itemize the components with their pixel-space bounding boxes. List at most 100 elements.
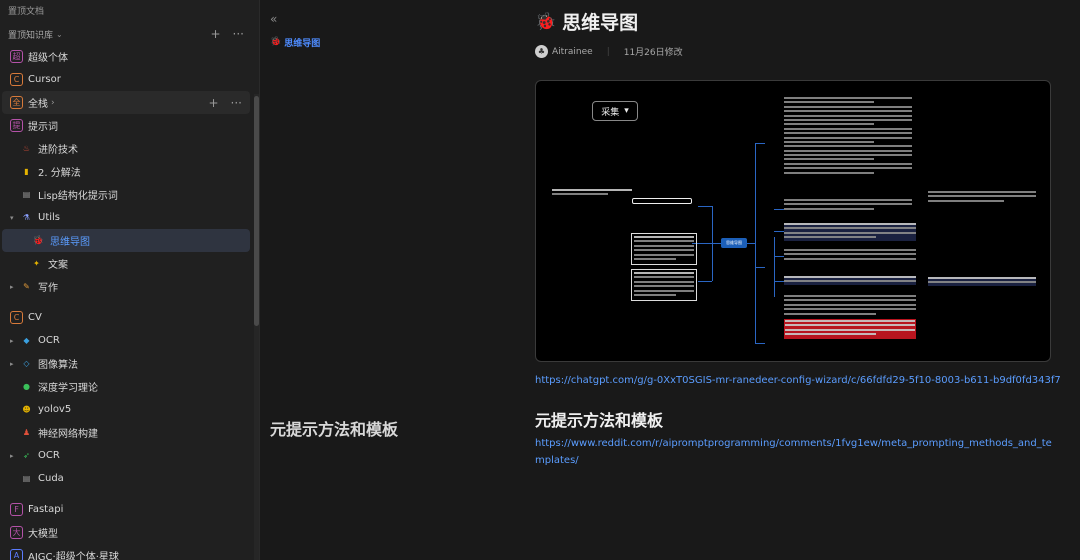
more-icon[interactable]: ··· (233, 27, 244, 41)
sidebar-item-cursor[interactable]: C Cursor (0, 68, 252, 91)
collapse-outline-icon[interactable]: « (270, 12, 470, 26)
mindmap-right-block-2 (784, 199, 912, 212)
sidebar-item-jinjie[interactable]: ♨ 进阶技术 (0, 137, 252, 160)
sidebar-item-damoxing[interactable]: 大 大模型 (0, 521, 252, 544)
caret-right-icon[interactable]: ▸ (10, 283, 14, 291)
chatgpt-link[interactable]: https://chatgpt.com/g/g-0XxT0SGIS-mr-ran… (535, 375, 1061, 386)
outline-panel: « 🐞 思维导图 元提示方法和模板 (270, 12, 470, 439)
mindmap-connector (774, 256, 784, 257)
collect-dropdown-button[interactable]: 采集 ▾ (592, 101, 638, 121)
outline-item-label: 思维导图 (284, 38, 321, 49)
mindmap-connector (747, 243, 755, 244)
mindmap-left-block-1 (631, 233, 697, 266)
sidebar-item-ocr-2[interactable]: ▸ ➶ OCR (0, 444, 252, 467)
sidebar-item-ocr[interactable]: ▸ ◆ OCR (0, 329, 252, 352)
sidebar-item-wenan[interactable]: ✦ 文案 (0, 252, 252, 275)
outline-item-label: 元提示方法和模板 (270, 420, 399, 439)
mindmap-right-block-4 (784, 249, 916, 262)
avatar[interactable]: ♣ (535, 45, 548, 58)
add-icon[interactable]: + (210, 27, 220, 41)
aigc-kb-icon: A (10, 549, 23, 560)
sidebar-item-lisp[interactable]: ▤ Lisp结构化提示词 (0, 183, 252, 206)
divider: | (606, 46, 610, 57)
sidebar-item-label: 神经网络构建 (38, 429, 98, 440)
modified-date: 11月26日修改 (623, 48, 683, 58)
sidebar-item-label: Cursor (28, 74, 61, 85)
mindmap-right-block-5 (784, 276, 916, 285)
sidebar-item-shenjing[interactable]: ♟ 神经网络构建 (0, 421, 252, 444)
sidebar-item-quanzhan[interactable]: 全 全栈 › + ··· (2, 91, 250, 114)
sidebar-item-label: 大模型 (28, 529, 58, 540)
sidebar-item-shendu[interactable]: ● 深度学习理论 (0, 375, 252, 398)
sidebar-item-label: 进阶技术 (38, 145, 78, 156)
sidebar-item-label: 全栈 (28, 99, 48, 110)
reddit-link[interactable]: https://www.reddit.com/r/aipromptprogram… (535, 435, 1060, 469)
sidebar-item-label: Fastapi (28, 504, 64, 515)
mindmap-connector (712, 206, 713, 281)
face-icon: ☻ (22, 405, 31, 414)
caret-down-icon[interactable]: ▾ (10, 214, 14, 222)
pinned-kb-header[interactable]: 置顶知识库 ⌄ + ··· (0, 24, 252, 44)
mindmap-right-block-1 (784, 97, 912, 176)
sidebar-item-utils[interactable]: ▾ ⚗ Utils (0, 206, 252, 229)
sidebar-item-fastapi[interactable]: F Fastapi (0, 498, 252, 521)
caret-right-icon[interactable]: ▸ (10, 360, 14, 368)
mindmap-left-block-2 (631, 269, 697, 302)
sidebar-item-label: OCR (38, 335, 60, 346)
sidebar-item-siweidaotu[interactable]: 🐞 思维导图 (2, 229, 250, 252)
sidebar-item-xiezuo[interactable]: ▸ ✎ 写作 (0, 275, 252, 298)
mindmap-connector (774, 231, 784, 232)
sidebar-item-aigc[interactable]: A AIGC·超级个体·星球 (0, 544, 252, 560)
sidebar-item-label: 写作 (38, 283, 58, 294)
runner-icon: ➶ (23, 451, 30, 460)
mindmap-connector (774, 209, 784, 210)
mindmap-connector (755, 343, 765, 344)
mindmap-image[interactable]: 采集 ▾ 思维导图 (535, 80, 1051, 362)
cv-kb-icon: C (10, 311, 23, 324)
sidebar-item-label: 超级个体 (28, 53, 68, 64)
sidebar-item-yolov5[interactable]: ☻ yolov5 (0, 398, 252, 421)
ladybug-icon: 🐞 (32, 235, 45, 246)
camel-icon: ✎ (23, 282, 30, 291)
chevron-down-icon[interactable]: ⌄ (56, 30, 63, 39)
sidebar-item-label: 文案 (48, 260, 68, 271)
mindmap-connector (774, 237, 775, 297)
sidebar-item-cv[interactable]: C CV (0, 306, 252, 329)
mindmap-center-node (632, 198, 692, 204)
dmx-kb-icon: 大 (10, 526, 23, 539)
sidebar-item-tuxiang[interactable]: ▸ ◇ 图像算法 (0, 352, 252, 375)
doc-icon: ▤ (22, 190, 31, 199)
page-title-text: 思维导图 (562, 12, 639, 34)
page-title: 🐞 思维导图 (535, 8, 638, 35)
outline-item-siweidaotu[interactable]: 🐞 思维导图 (270, 33, 470, 51)
caret-right-icon[interactable]: ▸ (10, 337, 14, 345)
sidebar-item-label: 思维导图 (50, 237, 90, 248)
sidebar-item-cuda[interactable]: ▤ Cuda (0, 467, 252, 490)
ladybug-icon: 🐞 (270, 37, 282, 47)
sidebar-list: 超 超级个体 C Cursor 全 全栈 › + ··· 提 提示词 ♨ 进阶技… (0, 45, 252, 560)
add-icon[interactable]: + (208, 96, 218, 110)
sidebar-item-tishici[interactable]: 提 提示词 (0, 114, 252, 137)
doc-meta: ♣ Aitrainee | 11月26日修改 (535, 45, 683, 58)
sidebar-item-cjgt[interactable]: 超 超级个体 (0, 45, 252, 68)
sidebar-item-label: Utils (38, 212, 61, 223)
shapes-icon: ◇ (23, 359, 30, 368)
mindmap-right-block-3 (784, 223, 916, 241)
sidebar-item-label: Cuda (38, 473, 64, 484)
sidebar-item-fenjie[interactable]: ▮ 2. 分解法 (0, 160, 252, 183)
outline-item-meta-prompting[interactable]: 元提示方法和模板 (270, 419, 399, 439)
mindmap-connector (755, 143, 756, 343)
chevron-right-icon[interactable]: › (51, 98, 55, 108)
sidebar-item-label: yolov5 (38, 404, 72, 415)
fire-icon: ♨ (22, 144, 31, 153)
collect-button-label: 采集 (601, 107, 620, 118)
mindmap-right-block-red (784, 319, 916, 339)
tsc-kb-icon: 提 (10, 119, 23, 132)
more-icon[interactable]: ··· (231, 96, 242, 110)
sidebar-item-label: Lisp结构化提示词 (38, 191, 118, 202)
caret-down-icon: ▾ (624, 106, 629, 116)
sidebar-scrollbar-thumb[interactable] (254, 96, 259, 326)
caret-right-icon[interactable]: ▸ (10, 452, 14, 460)
author-name[interactable]: Aitrainee (552, 47, 593, 57)
doc-icon: ▤ (22, 474, 31, 483)
